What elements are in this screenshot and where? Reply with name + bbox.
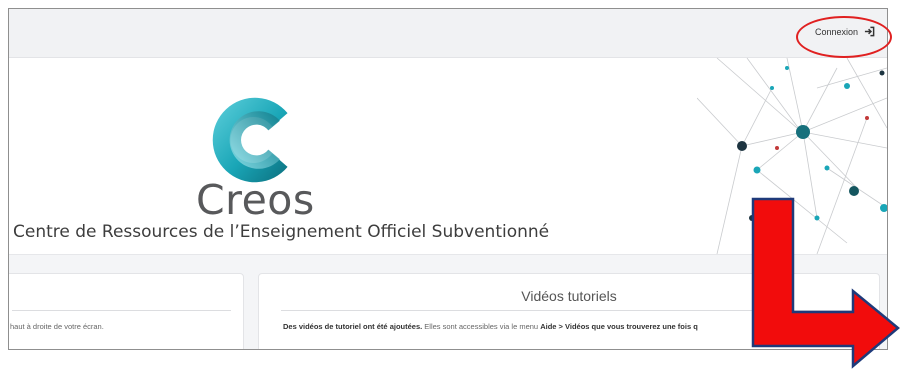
top-navbar: Connexion [9,9,887,58]
red-arrow-annotation [751,197,900,369]
card-text-normal: Elles sont accessibles via le menu [422,322,541,331]
card-divider [12,310,231,311]
card-right-text: Des vidéos de tutoriel ont été ajoutées.… [283,322,698,331]
card-text-bold: Des vidéos de tutoriel ont été ajoutées. [283,322,423,331]
card-left-text: haut à droite de votre écran. [10,322,104,331]
card-text-bold-path: Aide > Vidéos que vous trouverez une foi… [540,322,698,331]
info-card-left: haut à droite de votre écran. [9,273,244,349]
creos-logo-icon [212,97,288,183]
annotation-circle [796,16,892,58]
brand-name: Creos [196,176,315,224]
brand-tagline: Centre de Ressources de l’Enseignement O… [13,222,550,242]
